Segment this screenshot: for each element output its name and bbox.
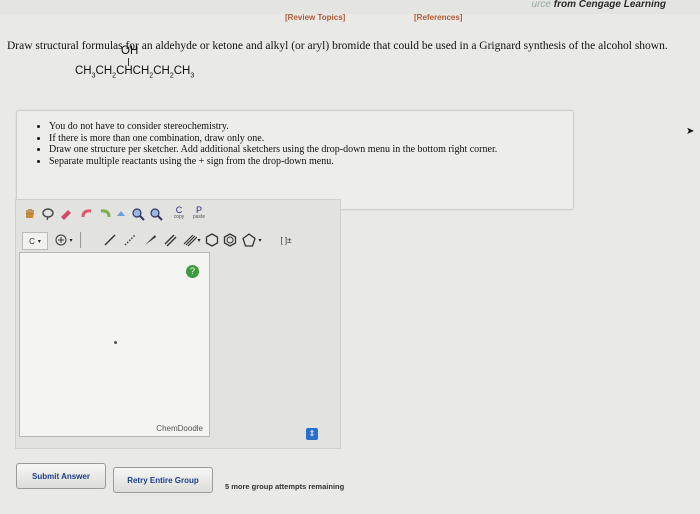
bracket-tool[interactable]: [ ]± [272,232,300,248]
retry-entire-group-button[interactable]: Retry Entire Group [113,467,213,493]
brand-prefix: urce [531,0,551,10]
double-bond-icon[interactable] [162,232,178,248]
toolbar-top: C copy P paste [16,206,340,228]
brand-text: urce from Cengage Learning [532,0,666,10]
molecule-oh: OH [121,45,139,57]
lasso-tool-icon[interactable] [40,206,56,222]
molecule-formula: CH3CH2CHCH2CH2CH3 [75,65,195,80]
eraser-icon[interactable] [58,206,74,222]
mouse-cursor-icon: ➤ [686,126,695,137]
zoom-in-icon[interactable] [130,206,146,222]
charge-plus-icon[interactable]: ▾ [52,232,76,248]
single-bond-icon[interactable] [102,232,118,248]
instruction-item: If there is more than one combination, d… [49,133,573,145]
references-link[interactable]: [References] [414,13,462,22]
instruction-item: You do not have to consider stereochemis… [49,121,573,133]
toolbar-bottom: C ▾ ▾ ▾ ▾ [ ]± [16,232,340,254]
undo-icon[interactable] [78,206,96,222]
zoom-out-icon[interactable] [148,206,164,222]
brand-name: from Cengage Learning [553,0,666,10]
hand-tool-icon[interactable] [22,206,38,222]
hexagon-ring-icon[interactable] [204,232,220,248]
wedge-bond-icon[interactable] [142,232,158,248]
instruction-item: Separate multiple reactants using the + … [49,156,573,168]
triple-bond-icon[interactable]: ▾ [182,232,202,248]
redo-icon[interactable] [96,206,114,222]
submit-answer-button[interactable]: Submit Answer [16,463,106,489]
clear-icon[interactable] [114,206,128,222]
chemdoodle-sketcher: C copy P paste C ▾ ▾ ▾ ▾ []± ? ChemDood… [15,199,341,449]
canvas-dot [114,341,117,344]
dashed-bond-icon[interactable] [122,232,138,248]
benzene-ring-icon[interactable] [222,232,238,248]
pentagon-ring-icon[interactable]: ▾ [240,232,264,248]
attempts-remaining: 5 more group attempts remaining [225,482,345,491]
review-topics-link[interactable]: [Review Topics] [285,13,345,22]
add-sketcher-dropdown[interactable]: ⇕ [306,428,318,440]
copy-button[interactable]: C copy [170,206,188,222]
paste-button[interactable]: P paste [190,206,208,222]
drawing-canvas[interactable]: ? ChemDoodle [19,252,210,437]
instructions-box: You do not have to consider stereochemis… [16,110,574,210]
chemdoodle-label: ChemDoodle [156,424,203,433]
element-select[interactable]: C ▾ [22,232,48,250]
question-help-icon[interactable]: ? [186,265,199,278]
question-text: Draw structural formulas for an aldehyde… [7,40,668,52]
instruction-item: Draw one structure per sketcher. Add add… [49,144,573,156]
separator [80,232,81,248]
